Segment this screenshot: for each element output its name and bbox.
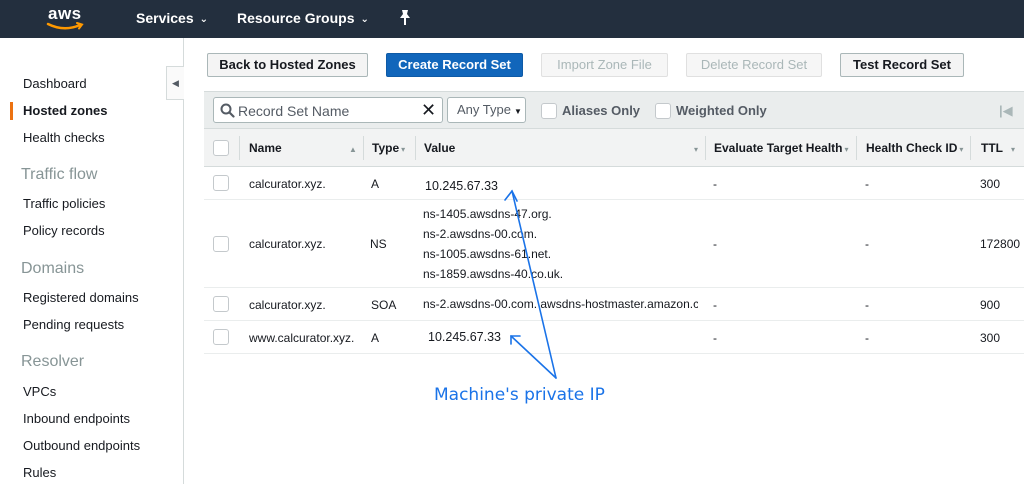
arrow-to-first-ip: [511, 190, 557, 379]
arrow-to-second-ip: [510, 335, 557, 379]
annotation-arrows: [504, 189, 557, 379]
annotation-label: Machine's private IP: [434, 385, 605, 405]
